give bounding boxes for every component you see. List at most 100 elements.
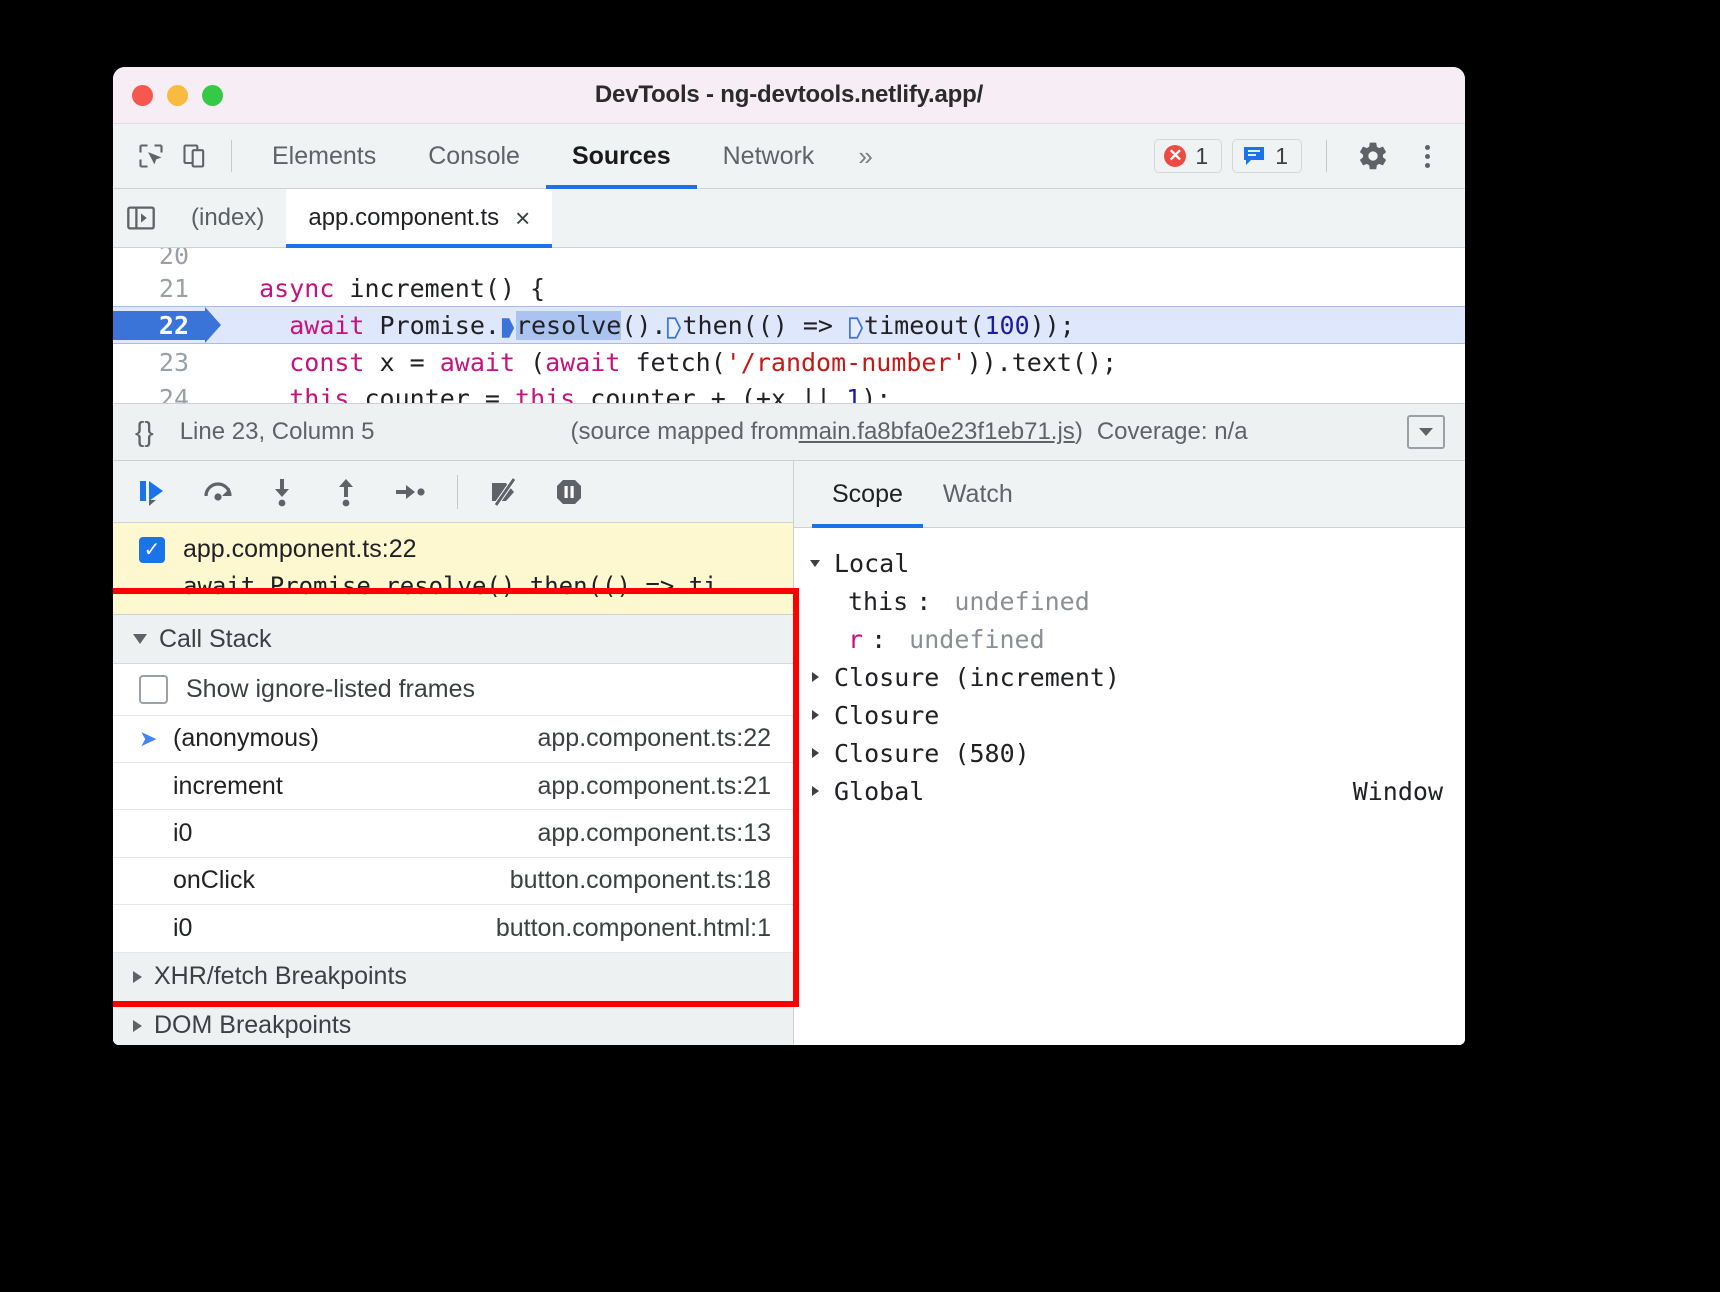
message-count-button[interactable]: 1: [1232, 139, 1302, 173]
devtools-window: DevTools - ng-devtools.netlify.app/ Elem…: [113, 67, 1465, 1045]
show-ignore-listed-frames-row[interactable]: Show ignore-listed frames: [113, 664, 793, 715]
async-step-marker-open-icon-2[interactable]: [848, 311, 864, 340]
step-out-icon[interactable]: [319, 467, 373, 517]
token-increment-decl: increment() {: [334, 274, 545, 303]
scope-group-closure-increment[interactable]: Closure (increment): [808, 658, 1465, 696]
error-icon: ✕: [1164, 145, 1186, 167]
coverage-label: Coverage: n/a: [1097, 418, 1248, 446]
code-editor[interactable]: 20 21 async increment() { 22 await Promi…: [113, 248, 1465, 403]
token-then-arrow: then(() =>: [682, 311, 848, 340]
tab-watch[interactable]: Watch: [923, 461, 1033, 527]
chevron-right-icon: [808, 746, 826, 760]
table-row[interactable]: ➤ increment app.component.ts:21: [113, 763, 793, 810]
tab-console[interactable]: Console: [402, 124, 546, 188]
table-row[interactable]: ➤ i0 app.component.ts:13: [113, 810, 793, 857]
toolbar-divider: [231, 140, 232, 172]
token-this-1: this: [289, 384, 349, 404]
breakpoint-snippet: await Promise.resolve().then(() => ti…: [113, 572, 793, 600]
window-title: DevTools - ng-devtools.netlify.app/: [113, 81, 1465, 109]
code-line-23: 23 const x = await (await fetch('/random…: [113, 344, 1465, 380]
navigator-toggle-icon[interactable]: [113, 189, 169, 247]
pause-on-exceptions-icon[interactable]: [542, 467, 596, 517]
token-open-paren: (: [515, 348, 545, 377]
resume-icon[interactable]: [127, 467, 181, 517]
close-icon[interactable]: ×: [515, 205, 530, 231]
tab-scope[interactable]: Scope: [812, 461, 923, 527]
source-file-tabstrip: (index) app.component.ts ×: [113, 189, 1465, 248]
token-text-call: )).text();: [967, 348, 1118, 377]
step-into-icon[interactable]: [255, 467, 309, 517]
tab-elements[interactable]: Elements: [246, 124, 402, 188]
execution-pointer-icon: [205, 307, 221, 343]
async-step-marker-open-icon-1[interactable]: [666, 311, 682, 340]
source-tab-index[interactable]: (index): [169, 189, 286, 247]
source-tab-app-component-ts[interactable]: app.component.ts ×: [286, 189, 552, 247]
device-toolbar-icon[interactable]: [173, 134, 217, 178]
token-semicolon: );: [861, 384, 891, 404]
chevron-down-icon: [133, 634, 147, 644]
token-this-2: this: [515, 384, 575, 404]
call-frame-name: (anonymous): [173, 724, 319, 753]
token-close-paren: ));: [1030, 311, 1075, 340]
token-resolve-selected: resolve: [516, 311, 621, 340]
call-stack-section-header[interactable]: Call Stack: [113, 615, 793, 664]
source-map-prefix: (source mapped from: [571, 418, 799, 446]
source-tab-index-label: (index): [191, 204, 264, 232]
scope-group-closure[interactable]: Closure: [808, 696, 1465, 734]
colon-1: :: [916, 587, 946, 616]
line-number-23: 23: [113, 348, 205, 377]
token-100: 100: [984, 311, 1029, 340]
breakpoint-row[interactable]: ✓ app.component.ts:22: [113, 535, 793, 564]
error-count-label: 1: [1195, 143, 1208, 170]
frame-arrow-placeholder: ➤: [139, 773, 163, 799]
code-line-24-text: this.counter = this.counter + (+x || 1);: [205, 384, 891, 404]
ignore-listed-checkbox[interactable]: [139, 675, 168, 704]
step-over-icon[interactable]: [191, 467, 245, 517]
debugger-toolbar-divider: [457, 475, 458, 509]
call-frame-location: button.component.html:1: [496, 914, 771, 943]
toolbar-divider-2: [1326, 140, 1327, 172]
more-tabs-icon[interactable]: »: [840, 141, 888, 172]
table-row[interactable]: ➤ onClick button.component.ts:18: [113, 858, 793, 905]
scope-prop-this[interactable]: this: undefined: [808, 582, 1465, 620]
tab-network[interactable]: Network: [697, 124, 841, 188]
dom-breakpoints-section-header[interactable]: DOM Breakpoints: [113, 1002, 793, 1045]
token-fetch: fetch(: [620, 348, 725, 377]
token-await-2: await: [440, 348, 515, 377]
tab-sources[interactable]: Sources: [546, 124, 697, 188]
token-const: const: [289, 348, 364, 377]
code-line-22-text: await Promise.resolve().then(() => timeo…: [205, 311, 1075, 340]
pretty-print-icon[interactable]: {}: [135, 416, 154, 448]
debugger-toolbar: [113, 461, 793, 523]
step-icon[interactable]: [383, 467, 437, 517]
inspect-element-icon[interactable]: [129, 134, 173, 178]
gear-icon[interactable]: [1351, 134, 1395, 178]
token-async: async: [259, 274, 334, 303]
code-line-20: 20: [113, 248, 1465, 270]
token-await: await: [289, 311, 364, 340]
scope-prop-r[interactable]: r: undefined: [808, 620, 1465, 658]
table-row[interactable]: ➤ (anonymous) app.component.ts:22: [113, 716, 793, 763]
scope-group-global[interactable]: Global Window: [808, 772, 1465, 810]
chevron-right-icon: [808, 708, 826, 722]
xhr-fetch-breakpoints-section-header[interactable]: XHR/fetch Breakpoints: [113, 953, 793, 1002]
chevron-right-icon: [808, 670, 826, 684]
deactivate-breakpoints-icon[interactable]: [478, 467, 532, 517]
source-map-link[interactable]: main.fa8bfa0e23f1eb71.js: [799, 418, 1075, 446]
async-step-marker-filled-icon[interactable]: [500, 311, 516, 340]
scope-group-closure-580[interactable]: Closure (580): [808, 734, 1465, 772]
token-x-assign: x =: [364, 348, 439, 377]
token-promise-dot: Promise.: [364, 311, 499, 340]
frame-arrow-placeholder: ➤: [139, 821, 163, 847]
table-row[interactable]: ➤ i0 button.component.html:1: [113, 905, 793, 952]
breakpoint-checkbox[interactable]: ✓: [139, 537, 165, 563]
scope-group-local[interactable]: Local: [808, 544, 1465, 582]
scope-group-closure-label: Closure: [834, 701, 939, 730]
collapse-panel-icon[interactable]: [1407, 415, 1445, 449]
line-number-21: 21: [113, 274, 205, 303]
breakpoint-location-label: app.component.ts:22: [183, 535, 417, 564]
more-options-icon[interactable]: [1405, 134, 1449, 178]
call-frame-name: increment: [173, 772, 283, 801]
chevron-down-icon: [808, 556, 826, 570]
error-count-button[interactable]: ✕ 1: [1154, 139, 1222, 173]
